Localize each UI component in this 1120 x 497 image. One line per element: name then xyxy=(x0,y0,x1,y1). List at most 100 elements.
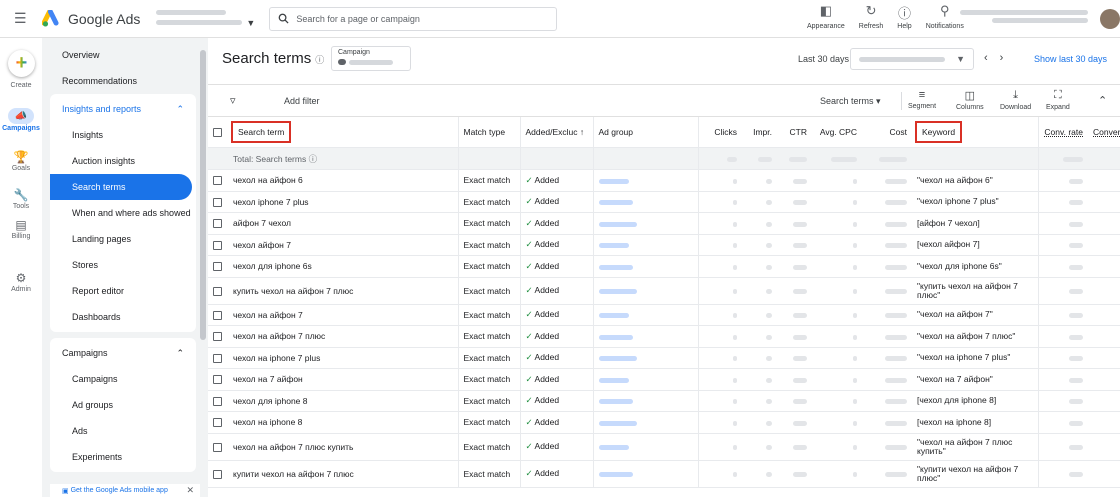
col-added[interactable]: Added/Excluc ↑ xyxy=(519,116,593,148)
ad-group-cell[interactable] xyxy=(592,411,698,434)
col-keyword[interactable]: Keyword xyxy=(912,116,1038,148)
table-row[interactable]: чехол на айфон 7 плюс Exact match ✓ Adde… xyxy=(208,325,1120,348)
table-row[interactable]: айфон 7 чехол Exact match ✓ Added [айфон… xyxy=(208,212,1120,235)
download-button[interactable]: ⤓ Download xyxy=(1000,89,1031,111)
nav-experiments[interactable]: Experiments xyxy=(50,444,196,470)
help-icon[interactable]: ⓘ xyxy=(315,55,324,65)
ad-group-cell[interactable] xyxy=(592,234,698,256)
ad-group-cell[interactable] xyxy=(592,277,698,305)
row-checkbox[interactable] xyxy=(213,197,222,207)
col-cost[interactable]: Cost xyxy=(862,116,912,148)
ad-group-cell[interactable] xyxy=(592,191,698,213)
refresh-button[interactable]: ↻ Refresh xyxy=(852,3,891,30)
table-row[interactable]: чехол для iphone 6s Exact match ✓ Added … xyxy=(208,255,1120,278)
ad-group-cell[interactable] xyxy=(592,433,698,461)
row-checkbox[interactable] xyxy=(213,469,222,479)
nav-auction-insights[interactable]: Auction insights xyxy=(50,148,196,174)
table-row[interactable]: чехол на 7 айфон Exact match ✓ Added "че… xyxy=(208,368,1120,391)
col-ad-group[interactable]: Ad group xyxy=(592,116,698,148)
avatar[interactable] xyxy=(1100,9,1120,29)
select-all-checkbox[interactable] xyxy=(213,128,222,138)
row-checkbox[interactable] xyxy=(213,262,222,272)
nav-stores[interactable]: Stores xyxy=(50,252,196,278)
col-match-type[interactable]: Match type xyxy=(457,116,520,148)
rail-item-billing[interactable]: ▤ Billing xyxy=(0,218,42,240)
rail-item-campaigns[interactable]: 📣 Campaigns xyxy=(0,108,42,132)
row-checkbox[interactable] xyxy=(213,332,222,342)
create-button[interactable]: + xyxy=(8,50,35,77)
row-checkbox[interactable] xyxy=(213,353,222,363)
appearance-button[interactable]: ◧ Appearance xyxy=(800,3,852,30)
nav-report-editor[interactable]: Report editor xyxy=(50,278,196,304)
view-select[interactable]: Search terms ▾ xyxy=(820,96,881,107)
row-checkbox[interactable] xyxy=(213,286,222,296)
table-row[interactable]: купить чехол на айфон 7 плюс Exact match… xyxy=(208,277,1120,305)
nav-recommendations[interactable]: Recommendations xyxy=(50,68,196,94)
expand-button[interactable]: ⛶ Expand xyxy=(1046,89,1070,111)
rail-item-tools[interactable]: 🔧 Tools xyxy=(0,188,42,210)
col-search-term[interactable]: Search term xyxy=(228,116,458,148)
nav-campaigns-section[interactable]: Campaigns ⌃ xyxy=(50,340,196,366)
ad-group-cell[interactable] xyxy=(592,255,698,278)
ad-group-cell[interactable] xyxy=(592,368,698,391)
col-ctr[interactable]: CTR xyxy=(777,116,812,148)
ad-group-cell[interactable] xyxy=(592,347,698,369)
row-checkbox[interactable] xyxy=(213,310,222,320)
nav-ad-groups[interactable]: Ad groups xyxy=(50,392,196,418)
columns-button[interactable]: ◫ Columns xyxy=(956,89,984,111)
help-button[interactable]: ⓘ Help xyxy=(890,3,918,30)
row-checkbox[interactable] xyxy=(213,176,222,186)
nav-ads[interactable]: Ads xyxy=(50,418,196,444)
ad-group-cell[interactable] xyxy=(592,212,698,235)
ad-group-cell[interactable] xyxy=(592,169,698,192)
google-ads-logo[interactable]: Google Ads xyxy=(42,9,140,28)
close-icon[interactable]: ✕ xyxy=(186,485,194,496)
campaign-selector[interactable]: Campaign xyxy=(331,46,411,71)
rail-item-goals[interactable]: 🏆 Goals xyxy=(0,150,42,172)
col-avg-cpc[interactable]: Avg. CPC xyxy=(812,116,862,148)
date-nav-arrows[interactable]: ‹› xyxy=(984,52,1015,64)
col-conv-rate[interactable]: Conv. rate xyxy=(1037,116,1088,148)
add-filter-button[interactable]: Add filter xyxy=(284,96,320,106)
show-last-link[interactable]: Show last 30 days xyxy=(1034,54,1107,64)
table-row[interactable]: чехол на iphone 7 plus Exact match ✓ Add… xyxy=(208,347,1120,369)
row-checkbox[interactable] xyxy=(213,396,222,406)
help-icon[interactable]: ⓘ xyxy=(309,154,318,164)
nav-insights-section[interactable]: Insights and reports ⌃ xyxy=(50,96,196,122)
nav-campaigns[interactable]: Campaigns xyxy=(50,366,196,392)
menu-icon[interactable]: ☰ xyxy=(14,10,28,27)
mobile-app-promo[interactable]: ▣ Get the Google Ads mobile app ✕ xyxy=(50,484,200,497)
table-row[interactable]: чехол для iphone 8 Exact match ✓ Added [… xyxy=(208,390,1120,412)
nav-dashboards[interactable]: Dashboards xyxy=(50,304,196,330)
date-range-picker[interactable]: ▼ xyxy=(850,48,974,70)
col-conversions[interactable]: Conver xyxy=(1088,116,1120,148)
row-checkbox[interactable] xyxy=(213,375,222,385)
ad-group-cell[interactable] xyxy=(592,390,698,412)
table-row[interactable]: купити чехол на айфон 7 плюс Exact match… xyxy=(208,460,1120,488)
nav-overview[interactable]: Overview xyxy=(50,42,196,68)
nav-landing-pages[interactable]: Landing pages xyxy=(50,226,196,252)
row-checkbox[interactable] xyxy=(213,240,222,250)
table-row[interactable]: чехол на айфон 7 Exact match ✓ Added "че… xyxy=(208,304,1120,326)
col-impr[interactable]: Impr. xyxy=(742,116,777,148)
filter-icon[interactable]: ▿ xyxy=(230,94,236,107)
table-row[interactable]: чехол на iphone 8 Exact match ✓ Added [ч… xyxy=(208,411,1120,434)
segment-button[interactable]: ≡ Segment xyxy=(908,89,936,110)
nav-when-where[interactable]: When and where ads showed xyxy=(50,200,196,226)
search-input[interactable]: Search for a page or campaign xyxy=(269,6,558,31)
nav-scrollbar[interactable] xyxy=(200,50,206,340)
table-row[interactable]: чехол iphone 7 plus Exact match ✓ Added … xyxy=(208,191,1120,213)
user-info[interactable] xyxy=(960,10,1088,23)
account-switcher[interactable]: ▼ xyxy=(156,9,255,28)
nav-insights[interactable]: Insights xyxy=(50,122,196,148)
table-row[interactable]: чехол на айфон 6 Exact match ✓ Added "че… xyxy=(208,169,1120,192)
ad-group-cell[interactable] xyxy=(592,325,698,348)
row-checkbox[interactable] xyxy=(213,442,222,452)
select-all-cell[interactable] xyxy=(208,116,228,148)
ad-group-cell[interactable] xyxy=(592,460,698,488)
row-checkbox[interactable] xyxy=(213,418,222,428)
col-clicks[interactable]: Clicks xyxy=(697,116,742,148)
table-row[interactable]: чехол на айфон 7 плюс купить Exact match… xyxy=(208,433,1120,461)
table-row[interactable]: чехол айфон 7 Exact match ✓ Added [чехол… xyxy=(208,234,1120,256)
chevron-up-icon[interactable]: ⌃ xyxy=(1098,94,1107,107)
